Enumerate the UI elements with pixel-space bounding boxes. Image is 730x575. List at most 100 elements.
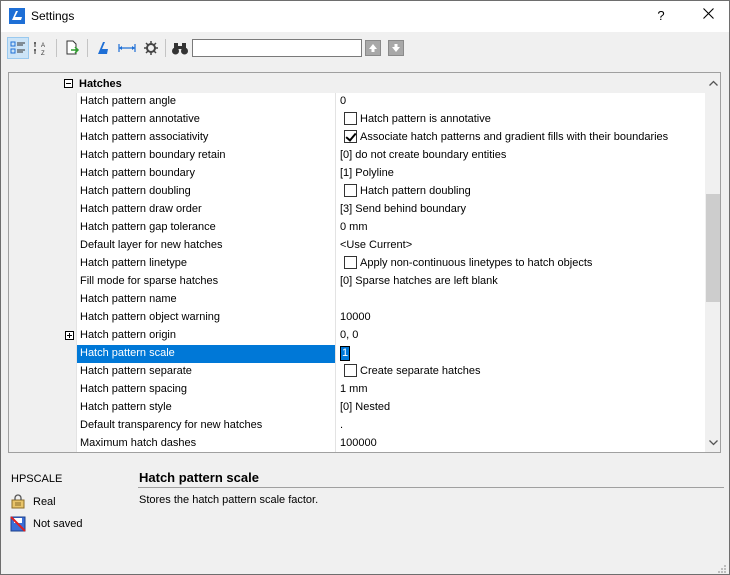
expand-icon[interactable]: [65, 331, 74, 340]
categorized-view-button[interactable]: [7, 37, 29, 59]
property-value[interactable]: 1 mm: [335, 381, 705, 399]
property-value[interactable]: [0] Sparse hatches are left blank: [335, 273, 705, 291]
property-row[interactable]: Fill mode for sparse hatches [0] Sparse h…: [76, 273, 705, 291]
arrow-up-icon: [369, 44, 377, 52]
property-value[interactable]: [3] Send behind boundary: [335, 201, 705, 219]
property-row[interactable]: Hatch pattern annotative Hatch pattern is…: [76, 111, 705, 129]
property-name[interactable]: Hatch pattern scale: [76, 345, 335, 363]
property-name[interactable]: Hatch pattern name: [76, 291, 335, 309]
property-row[interactable]: Hatch pattern boundary retain [0] do not …: [76, 147, 705, 165]
property-name[interactable]: Default layer for new hatches: [76, 237, 335, 255]
toolbar-separator: [56, 39, 57, 57]
variable-type-label: Real: [33, 496, 56, 508]
property-name[interactable]: Maximum hatch dashes: [76, 435, 335, 452]
property-rows: Hatch pattern angle 0 Hatch pattern annota…: [65, 93, 705, 452]
property-row[interactable]: Hatch pattern spacing 1 mm: [76, 381, 705, 399]
program-options-button[interactable]: [140, 37, 162, 59]
find-previous-button[interactable]: [365, 40, 381, 56]
scroll-down-button[interactable]: [705, 435, 720, 451]
property-value[interactable]: <Use Current>: [335, 237, 705, 255]
property-name[interactable]: Hatch pattern spacing: [76, 381, 335, 399]
checkbox-label: Create separate hatches: [360, 365, 481, 377]
property-value[interactable]: 10000: [335, 309, 705, 327]
alphabetical-view-button[interactable]: A Z: [30, 37, 52, 59]
property-row[interactable]: Hatch pattern scale 1: [76, 345, 705, 363]
section-title: Hatches: [79, 78, 122, 90]
property-name[interactable]: Hatch pattern angle: [76, 93, 335, 111]
property-value[interactable]: Associate hatch patterns and gradient fi…: [335, 129, 705, 147]
property-value[interactable]: [0] Nested: [335, 399, 705, 417]
checkbox-checked[interactable]: [344, 130, 357, 143]
property-row[interactable]: Hatch pattern separate Create separate ha…: [76, 363, 705, 381]
description-divider: [138, 487, 724, 488]
export-button[interactable]: [61, 37, 83, 59]
property-value[interactable]: 1: [335, 345, 705, 363]
property-row[interactable]: Hatch pattern doubling Hatch pattern doub…: [76, 183, 705, 201]
scrollbar-thumb[interactable]: [706, 194, 720, 302]
close-icon: [702, 8, 714, 19]
property-value[interactable]: Hatch pattern is annotative: [335, 111, 705, 129]
property-value[interactable]: [1] Polyline: [335, 165, 705, 183]
property-name[interactable]: Hatch pattern separate: [76, 363, 335, 381]
property-row[interactable]: Hatch pattern style [0] Nested: [76, 399, 705, 417]
find-next-button[interactable]: [388, 40, 404, 56]
section-header-hatches[interactable]: Hatches: [9, 75, 705, 93]
search-input[interactable]: [192, 39, 362, 57]
property-name[interactable]: Default transparency for new hatches: [76, 417, 335, 435]
property-name[interactable]: Hatch pattern style: [76, 399, 335, 417]
property-name[interactable]: Hatch pattern gap tolerance: [76, 219, 335, 237]
drafting-settings-button[interactable]: [92, 37, 114, 59]
app-icon: [9, 8, 25, 24]
property-value[interactable]: 100000: [335, 435, 705, 452]
property-value[interactable]: 0: [335, 93, 705, 111]
property-row[interactable]: Hatch pattern draw order [3] Send behind …: [76, 201, 705, 219]
property-row[interactable]: Hatch pattern name: [76, 291, 705, 309]
property-value[interactable]: Apply non-continuous linetypes to hatch …: [335, 255, 705, 273]
checkbox-unchecked[interactable]: [344, 256, 357, 269]
property-name[interactable]: Hatch pattern linetype: [76, 255, 335, 273]
property-value[interactable]: 0, 0: [335, 327, 705, 345]
checkbox-unchecked[interactable]: [344, 184, 357, 197]
property-name[interactable]: Hatch pattern doubling: [76, 183, 335, 201]
property-row[interactable]: Maximum hatch dashes 100000: [76, 435, 705, 452]
property-row[interactable]: Hatch pattern angle 0: [76, 93, 705, 111]
real-type-icon: [11, 494, 25, 509]
property-name[interactable]: Fill mode for sparse hatches: [76, 273, 335, 291]
value-edit-field[interactable]: 1: [340, 346, 351, 361]
dimension-settings-button[interactable]: [116, 37, 138, 59]
property-name[interactable]: Hatch pattern boundary retain: [76, 147, 335, 165]
property-name[interactable]: Hatch pattern origin: [76, 327, 335, 345]
variable-saved-status: Not saved: [10, 516, 83, 532]
checkbox-unchecked[interactable]: [344, 112, 357, 125]
property-row[interactable]: Hatch pattern associativity Associate hat…: [76, 129, 705, 147]
property-value[interactable]: 0 mm: [335, 219, 705, 237]
scroll-up-button[interactable]: [705, 75, 720, 91]
close-button[interactable]: [695, 5, 721, 27]
property-value[interactable]: Hatch pattern doubling: [335, 183, 705, 201]
property-value[interactable]: .: [335, 417, 705, 435]
checkbox-unchecked[interactable]: [344, 364, 357, 377]
property-row[interactable]: Default layer for new hatches <Use Curren…: [76, 237, 705, 255]
property-value[interactable]: Create separate hatches: [335, 363, 705, 381]
property-name[interactable]: Hatch pattern boundary: [76, 165, 335, 183]
property-row[interactable]: Hatch pattern object warning 10000: [76, 309, 705, 327]
settings-window: Settings ? A Z Hatches Hatch pattern ang…: [0, 0, 730, 575]
property-name[interactable]: Hatch pattern draw order: [76, 201, 335, 219]
property-row[interactable]: Hatch pattern boundary [1] Polyline: [76, 165, 705, 183]
resize-grip-icon[interactable]: [715, 562, 727, 574]
property-name[interactable]: Hatch pattern object warning: [76, 309, 335, 327]
property-name[interactable]: Hatch pattern associativity: [76, 129, 335, 147]
property-value[interactable]: [0] do not create boundary entities: [335, 147, 705, 165]
collapse-icon[interactable]: [64, 79, 73, 88]
property-grid: Hatches Hatch pattern angle 0 Hatch patter…: [8, 72, 721, 453]
find-button[interactable]: [169, 37, 191, 59]
property-row[interactable]: Hatch pattern gap tolerance 0 mm: [76, 219, 705, 237]
vertical-scrollbar[interactable]: [705, 73, 720, 452]
property-row[interactable]: Hatch pattern linetype Apply non-continuo…: [76, 255, 705, 273]
property-value[interactable]: [335, 291, 705, 309]
property-row[interactable]: Default transparency for new hatches.: [76, 417, 705, 435]
description-title: Hatch pattern scale: [139, 470, 259, 485]
help-button[interactable]: ?: [649, 5, 673, 27]
property-row[interactable]: Hatch pattern origin 0, 0: [65, 327, 705, 345]
property-name[interactable]: Hatch pattern annotative: [76, 111, 335, 129]
